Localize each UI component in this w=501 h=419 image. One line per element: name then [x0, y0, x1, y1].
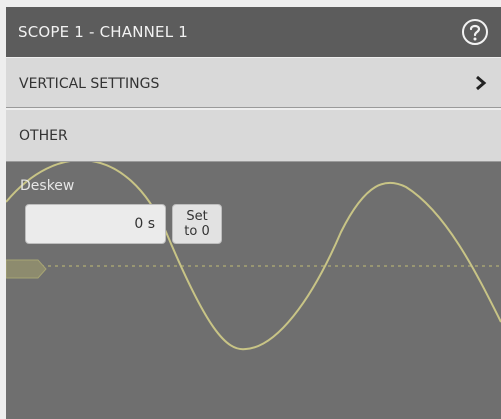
panel-title: SCOPE 1 - CHANNEL 1: [18, 23, 188, 41]
set-button-line1: Set: [186, 209, 208, 224]
panel-header: SCOPE 1 - CHANNEL 1: [6, 7, 501, 57]
set-button-line2: to 0: [184, 224, 210, 239]
chevron-right-icon: [476, 75, 487, 91]
other-section-label: OTHER: [19, 128, 68, 144]
vertical-settings-row[interactable]: VERTICAL SETTINGS: [6, 58, 501, 108]
vertical-settings-label: VERTICAL SETTINGS: [19, 76, 160, 92]
channel-settings-panel: SCOPE 1 - CHANNEL 1 VERTICAL SETTINGS OT…: [0, 0, 501, 419]
deskew-input[interactable]: [25, 204, 166, 244]
other-section-row[interactable]: OTHER: [6, 110, 501, 162]
settings-content-area: Deskew Set to 0: [6, 162, 501, 419]
waveform-trace: [6, 162, 501, 351]
deskew-label: Deskew: [20, 178, 75, 194]
set-to-zero-button[interactable]: Set to 0: [172, 204, 222, 244]
channel-marker-icon: [6, 259, 47, 279]
sine-wave: [6, 162, 501, 351]
help-circle-icon[interactable]: [461, 18, 489, 46]
